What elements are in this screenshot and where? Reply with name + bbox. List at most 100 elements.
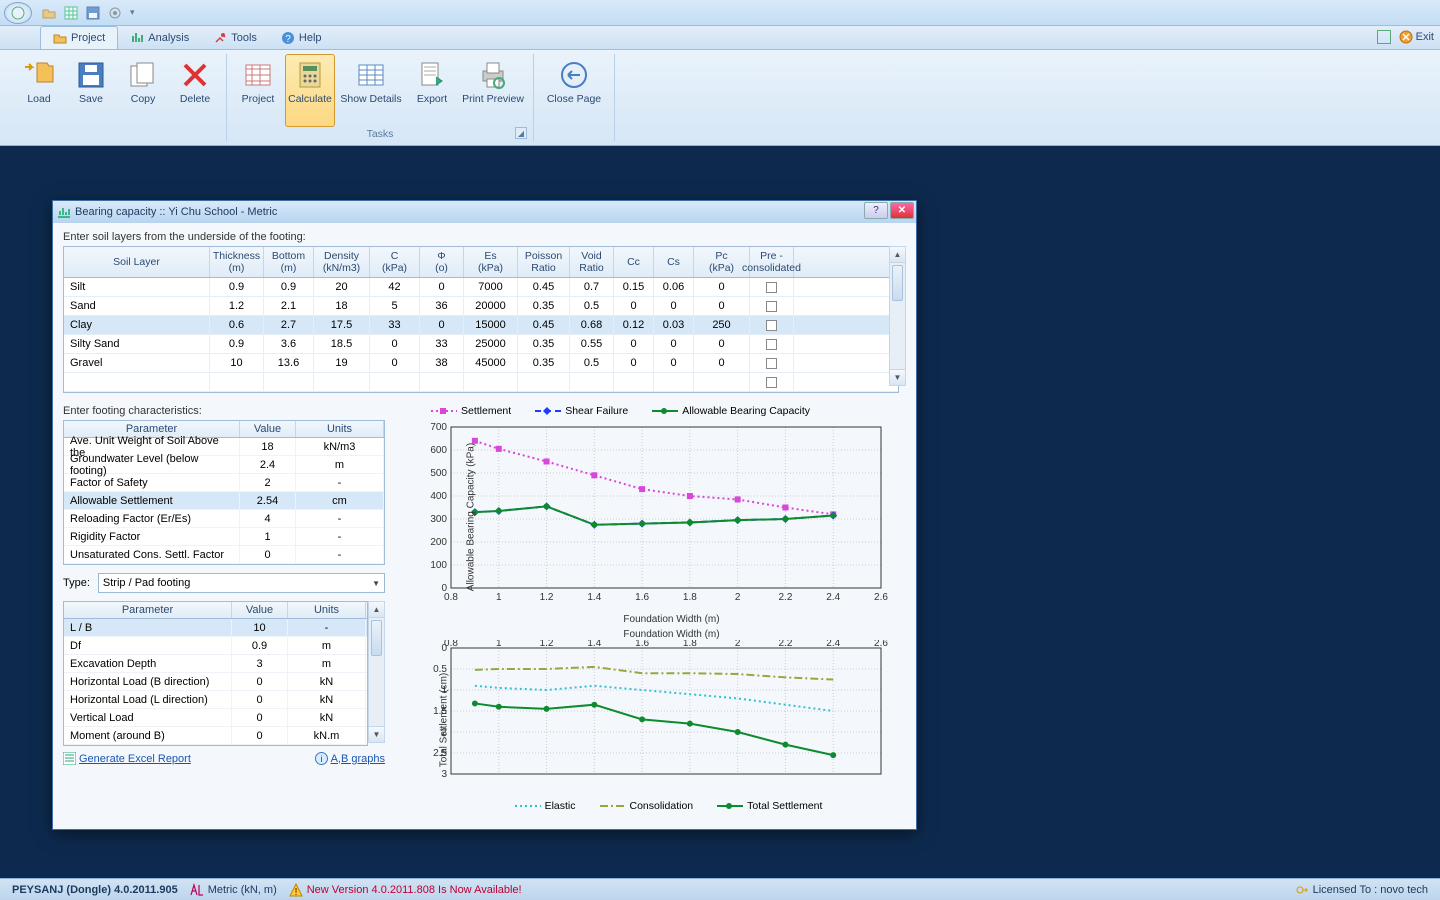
footing-row[interactable]: Unsaturated Cons. Settl. Factor0-	[64, 546, 384, 564]
generate-excel-link[interactable]: Generate Excel Report	[63, 752, 191, 765]
svg-text:0: 0	[441, 643, 447, 654]
printpreview-icon	[477, 59, 509, 91]
tab-tools[interactable]: Tools	[201, 26, 269, 49]
svg-text:1.4: 1.4	[587, 592, 601, 603]
qat-grid-icon[interactable]	[62, 4, 80, 22]
help-button[interactable]: ?	[864, 202, 888, 219]
footing-row[interactable]: Allowable Settlement2.54cm	[64, 492, 384, 510]
soil-col-12[interactable]: Pre -consolidated	[750, 247, 794, 277]
delete-icon	[179, 59, 211, 91]
dialog-bearing-capacity: Bearing capacity :: Yi Chu School - Metr…	[52, 200, 917, 830]
footing-type-select[interactable]: Strip / Pad footing ▼	[98, 573, 385, 593]
scroll-thumb[interactable]	[892, 265, 903, 301]
closepage-button[interactable]: Close Page	[540, 54, 608, 127]
app-orb[interactable]	[4, 2, 32, 24]
soil-col-3[interactable]: Density(kN/m3)	[314, 247, 370, 277]
soil-col-5[interactable]: Φ(o)	[420, 247, 464, 277]
project-icon	[242, 59, 274, 91]
tab-project[interactable]: Project	[40, 26, 118, 49]
project-button[interactable]: Project	[233, 54, 283, 127]
soil-row[interactable]: Silty Sand0.93.618.5033250000.350.55000	[64, 335, 898, 354]
group-dialog-launcher[interactable]: ◢	[515, 127, 527, 139]
soil-row[interactable]: Clay0.62.717.5330150000.450.680.120.0325…	[64, 316, 898, 335]
scroll-thumb[interactable]	[371, 620, 382, 656]
pin-icon[interactable]	[1377, 30, 1391, 44]
chart1-xlabel: Foundation Width (m)	[437, 614, 906, 625]
dropdown-icon: ▼	[372, 579, 380, 588]
checkbox[interactable]	[766, 358, 777, 369]
soil-col-1[interactable]: Thickness(m)	[210, 247, 264, 277]
soil-col-0[interactable]: Soil Layer	[64, 247, 210, 277]
ribbon-tabs: ProjectAnalysisTools?Help Exit	[0, 26, 1440, 50]
geom-row[interactable]: Moment (around B)0kN.m	[64, 727, 367, 745]
chart2-xlabel-top: Foundation Width (m)	[437, 629, 906, 640]
footing-row[interactable]: Factor of Safety2-	[64, 474, 384, 492]
chart2-legend: ElasticConsolidationTotal Settlement	[401, 800, 906, 812]
soil-col-10[interactable]: Cs	[654, 247, 694, 277]
showdetails-button[interactable]: Show Details	[337, 54, 405, 127]
footing-row[interactable]: Rigidity Factor1-	[64, 528, 384, 546]
col-units: Units	[296, 421, 384, 437]
copy-icon	[127, 59, 159, 91]
soil-col-4[interactable]: C(kPa)	[370, 247, 420, 277]
scroll-up-icon[interactable]: ▲	[890, 247, 905, 263]
soil-row-empty[interactable]	[64, 373, 898, 392]
scroll-down-icon[interactable]: ▼	[890, 369, 905, 385]
scroll-up-icon[interactable]: ▲	[369, 602, 384, 618]
qat-open-icon[interactable]	[40, 4, 58, 22]
soil-col-7[interactable]: Poisson Ratio	[518, 247, 570, 277]
svg-text:2.4: 2.4	[826, 592, 840, 603]
workspace: Bearing capacity :: Yi Chu School - Metr…	[0, 146, 1440, 878]
delete-button[interactable]: Delete	[170, 54, 220, 127]
svg-text:3: 3	[441, 769, 447, 780]
geom-row[interactable]: Horizontal Load (L direction)0kN	[64, 691, 367, 709]
soil-row[interactable]: Sand1.22.118536200000.350.5000	[64, 297, 898, 316]
save-icon	[75, 59, 107, 91]
tab-analysis[interactable]: Analysis	[118, 26, 201, 49]
tab-help[interactable]: ?Help	[269, 26, 334, 49]
printpreview-button[interactable]: Print Preview	[459, 54, 527, 127]
geom-table-scrollbar[interactable]: ▲ ▼	[368, 601, 385, 743]
soil-col-9[interactable]: Cc	[614, 247, 654, 277]
geom-row[interactable]: Horizontal Load (B direction)0kN	[64, 673, 367, 691]
geom-row[interactable]: Df0.9m	[64, 637, 367, 655]
checkbox[interactable]	[766, 339, 777, 350]
export-icon	[416, 59, 448, 91]
checkbox[interactable]	[766, 320, 777, 331]
checkbox[interactable]	[766, 377, 777, 388]
soil-col-2[interactable]: Bottom(m)	[264, 247, 314, 277]
qat-settings-icon[interactable]	[106, 4, 124, 22]
calculate-button[interactable]: Calculate	[285, 54, 335, 127]
scroll-down-icon[interactable]: ▼	[369, 726, 384, 742]
svg-text:100: 100	[430, 560, 447, 571]
geom-row[interactable]: Vertical Load0kN	[64, 709, 367, 727]
chart1-legend: SettlementShear FailureAllowable Bearing…	[401, 405, 906, 417]
checkbox[interactable]	[766, 301, 777, 312]
col-value: Value	[232, 602, 288, 618]
geom-row[interactable]: L / B10-	[64, 619, 367, 637]
soil-row[interactable]: Silt0.90.92042070000.450.70.150.060	[64, 278, 898, 297]
soil-col-8[interactable]: Void Ratio	[570, 247, 614, 277]
geom-row[interactable]: Excavation Depth3m	[64, 655, 367, 673]
soil-layers-table[interactable]: Soil LayerThickness(m)Bottom(m)Density(k…	[63, 246, 899, 393]
close-button[interactable]: ✕	[890, 202, 914, 219]
save-button[interactable]: Save	[66, 54, 116, 127]
soil-table-scrollbar[interactable]: ▲ ▼	[889, 246, 906, 386]
exit-button[interactable]: Exit	[1399, 30, 1434, 44]
export-button[interactable]: Export	[407, 54, 457, 127]
geometry-params-table[interactable]: Parameter Value Units L / B10-Df0.9mExca…	[63, 601, 368, 746]
footing-row[interactable]: Reloading Factor (Er/Es)4-	[64, 510, 384, 528]
footing-params-table[interactable]: Parameter Value Units Ave. Unit Weight o…	[63, 420, 385, 565]
svg-text:500: 500	[430, 468, 447, 479]
qat-dropdown-icon[interactable]: ▾	[130, 7, 135, 18]
soil-row[interactable]: Gravel1013.619038450000.350.5000	[64, 354, 898, 373]
checkbox[interactable]	[766, 282, 777, 293]
footing-row[interactable]: Groundwater Level (below footing)2.4m	[64, 456, 384, 474]
dialog-titlebar[interactable]: Bearing capacity :: Yi Chu School - Metr…	[53, 201, 916, 223]
status-warning[interactable]: ! New Version 4.0.2011.808 Is Now Availa…	[283, 883, 528, 897]
ab-graphs-link[interactable]: i A,B graphs	[315, 752, 385, 765]
qat-save-icon[interactable]	[84, 4, 102, 22]
soil-col-6[interactable]: Es(kPa)	[464, 247, 518, 277]
load-button[interactable]: Load	[14, 54, 64, 127]
copy-button[interactable]: Copy	[118, 54, 168, 127]
